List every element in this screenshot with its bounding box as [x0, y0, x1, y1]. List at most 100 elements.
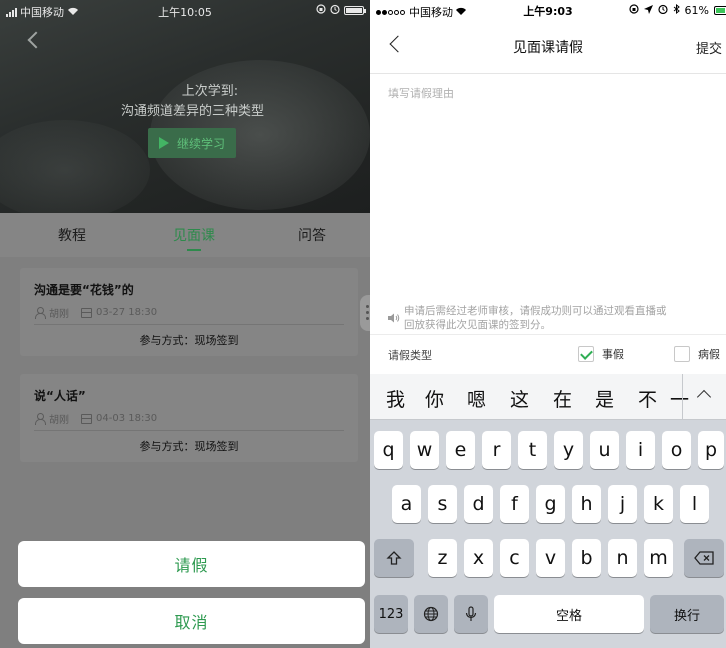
bluetooth-icon	[673, 3, 680, 17]
class-datetime: 03-27 18:30	[96, 307, 158, 318]
key-t[interactable]: t	[518, 431, 547, 469]
key-i[interactable]: i	[626, 431, 655, 469]
key-e[interactable]: e	[446, 431, 475, 469]
tab-tutorial[interactable]: 教程	[32, 225, 112, 245]
globe-icon	[423, 606, 439, 622]
key-x[interactable]: x	[464, 539, 493, 577]
candidate-word[interactable]: 在	[553, 385, 572, 412]
status-time: 上午10:05	[158, 6, 212, 19]
shift-icon	[386, 551, 402, 565]
nav-bar: 见面课请假 提交	[370, 22, 726, 74]
candidate-word[interactable]: 这	[510, 385, 529, 412]
left-screen: 中国移动 上午10:05 上次学到: 沟通频道差异的三种类型 继续学习 教程 见…	[0, 0, 370, 648]
submit-button[interactable]: 提交	[696, 38, 722, 57]
continue-label: 继续学习	[176, 136, 225, 151]
numbers-key[interactable]: 123	[374, 595, 408, 633]
keyboard: 我 你 嗯 这 在 是 不 一 q w e r t y u i o p a s …	[370, 374, 726, 648]
teacher-name: 胡刚	[49, 309, 69, 320]
cancel-button[interactable]: 取消	[18, 598, 365, 644]
key-d[interactable]: d	[464, 485, 493, 523]
key-f[interactable]: f	[500, 485, 529, 523]
key-m[interactable]: m	[644, 539, 673, 577]
dictation-key[interactable]	[454, 595, 488, 633]
checkbox-icon[interactable]	[674, 346, 690, 362]
back-button[interactable]	[27, 31, 45, 49]
candidate-word[interactable]: 嗯	[467, 385, 486, 412]
candidate-word[interactable]: 你	[425, 385, 444, 412]
person-icon	[34, 413, 46, 425]
leave-type-sick-option[interactable]: 病假	[674, 346, 720, 362]
key-c[interactable]: c	[500, 539, 529, 577]
person-icon	[34, 307, 46, 319]
return-key[interactable]: 换行	[650, 595, 724, 633]
battery-percent: 61%	[684, 4, 709, 17]
teacher-name: 胡刚	[49, 415, 69, 426]
key-v[interactable]: v	[536, 539, 565, 577]
key-k[interactable]: k	[644, 485, 673, 523]
key-o[interactable]: o	[662, 431, 691, 469]
key-g[interactable]: g	[536, 485, 565, 523]
backspace-icon	[694, 551, 714, 565]
class-card[interactable]: 沟通是要“花钱”的 胡刚 03-27 18:30 参与方式：现场签到	[20, 268, 358, 356]
tab-live-class[interactable]: 见面课	[154, 225, 234, 245]
course-hero: 中国移动 上午10:05 上次学到: 沟通频道差异的三种类型 继续学习	[0, 0, 370, 220]
checkbox-checked-icon[interactable]	[578, 346, 594, 362]
delete-key[interactable]	[684, 539, 724, 577]
key-j[interactable]: j	[608, 485, 637, 523]
microphone-icon	[465, 606, 477, 621]
alarm-icon	[330, 4, 340, 17]
globe-key[interactable]	[414, 595, 448, 633]
space-key[interactable]: 空格	[494, 595, 644, 633]
side-drag-handle[interactable]	[360, 295, 370, 331]
class-card[interactable]: 说“人话” 胡刚 04-03 18:30 参与方式：现场签到	[20, 374, 358, 462]
lock-rotation-icon	[628, 4, 639, 17]
key-r[interactable]: r	[482, 431, 511, 469]
key-q[interactable]: q	[374, 431, 403, 469]
last-learned-course: 沟通频道差异的三种类型	[120, 104, 264, 119]
status-bar: 中国移动 上午10:05	[0, 0, 370, 22]
notice-line-1: 申请后需经过老师审核，请假成功则可以通过观看直播或	[404, 305, 667, 317]
candidate-word[interactable]: 我	[386, 385, 405, 412]
key-h[interactable]: h	[572, 485, 601, 523]
participation-mode: 参与方式：现场签到	[139, 334, 239, 347]
expand-candidates-button[interactable]	[682, 374, 726, 420]
key-z[interactable]: z	[428, 539, 457, 577]
continue-learning-button[interactable]: 继续学习	[148, 128, 236, 158]
key-y[interactable]: y	[554, 431, 583, 469]
class-title: 说“人话”	[34, 389, 86, 403]
tab-qa[interactable]: 问答	[272, 225, 352, 245]
option-label: 病假	[698, 348, 720, 361]
leave-type-label: 请假类型	[388, 349, 432, 362]
key-s[interactable]: s	[428, 485, 457, 523]
notice-line-2: 回放获得此次见面课的签到分。	[404, 319, 551, 331]
key-n[interactable]: n	[608, 539, 637, 577]
leave-type-personal-option[interactable]: 事假	[578, 346, 624, 362]
candidate-bar: 我 你 嗯 这 在 是 不 一	[370, 374, 726, 420]
calendar-icon	[81, 413, 92, 424]
tab-bar: 教程 见面课 问答	[0, 213, 370, 257]
candidate-word[interactable]: 是	[595, 385, 614, 412]
key-b[interactable]: b	[572, 539, 601, 577]
lock-rotation-icon	[316, 4, 326, 17]
candidate-word[interactable]: 不	[638, 385, 657, 412]
key-u[interactable]: u	[590, 431, 619, 469]
speaker-icon	[388, 308, 400, 323]
key-w[interactable]: w	[410, 431, 439, 469]
location-icon	[643, 4, 653, 17]
key-l[interactable]: l	[680, 485, 709, 523]
leave-button[interactable]: 请假	[18, 541, 365, 587]
battery-icon	[714, 6, 726, 15]
leave-notice: 申请后需经过老师审核，请假成功则可以通过观看直播或 回放获得此次见面课的签到分。	[404, 304, 726, 332]
leave-reason-input[interactable]	[388, 85, 718, 265]
class-datetime: 04-03 18:30	[96, 413, 158, 424]
key-p[interactable]: p	[698, 431, 724, 469]
tab-indicator	[187, 249, 201, 251]
status-bar: 中国移动 上午9:03 61%	[370, 0, 726, 20]
shift-key[interactable]	[374, 539, 414, 577]
class-meta: 胡刚 04-03 18:30	[34, 411, 157, 426]
key-a[interactable]: a	[392, 485, 421, 523]
battery-icon	[344, 6, 366, 15]
leave-type-row: 请假类型 事假 病假	[370, 334, 726, 374]
participation-mode: 参与方式：现场签到	[139, 440, 239, 453]
calendar-icon	[81, 307, 92, 318]
